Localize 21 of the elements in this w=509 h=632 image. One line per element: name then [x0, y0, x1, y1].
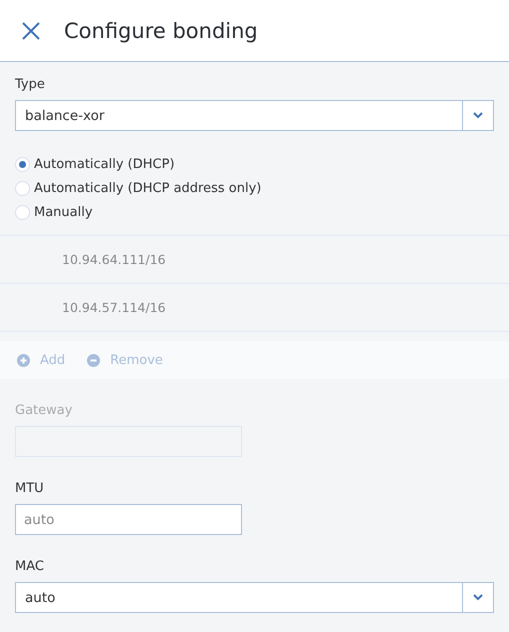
radio-button[interactable] — [15, 157, 30, 172]
radio-label[interactable]: Manually — [34, 205, 93, 220]
chevron-down-icon — [473, 594, 483, 601]
radio-label[interactable]: Automatically (DHCP) — [34, 157, 175, 172]
radio-label[interactable]: Automatically (DHCP address only) — [34, 181, 262, 196]
chevron-down-icon — [473, 112, 483, 119]
mtu-field[interactable]: auto — [15, 504, 242, 535]
radio-button[interactable] — [15, 181, 30, 196]
close-icon[interactable] — [22, 22, 40, 40]
address-text: 10.94.57.114/16 — [62, 300, 166, 315]
mac-dropdown[interactable]: auto — [15, 582, 494, 613]
plus-circle-icon — [17, 354, 30, 366]
radio-button[interactable] — [15, 205, 30, 220]
address-text: 10.94.64.111/16 — [62, 252, 166, 267]
type-dropdown[interactable]: balance-xor — [15, 100, 494, 131]
field-label: Gateway — [15, 403, 74, 418]
field-label: MAC — [15, 559, 45, 574]
minus-circle-icon — [87, 354, 100, 366]
field-label: MTU — [15, 481, 45, 496]
dialog-title: Configure bonding — [64, 18, 258, 42]
field-label: Type — [15, 77, 46, 92]
